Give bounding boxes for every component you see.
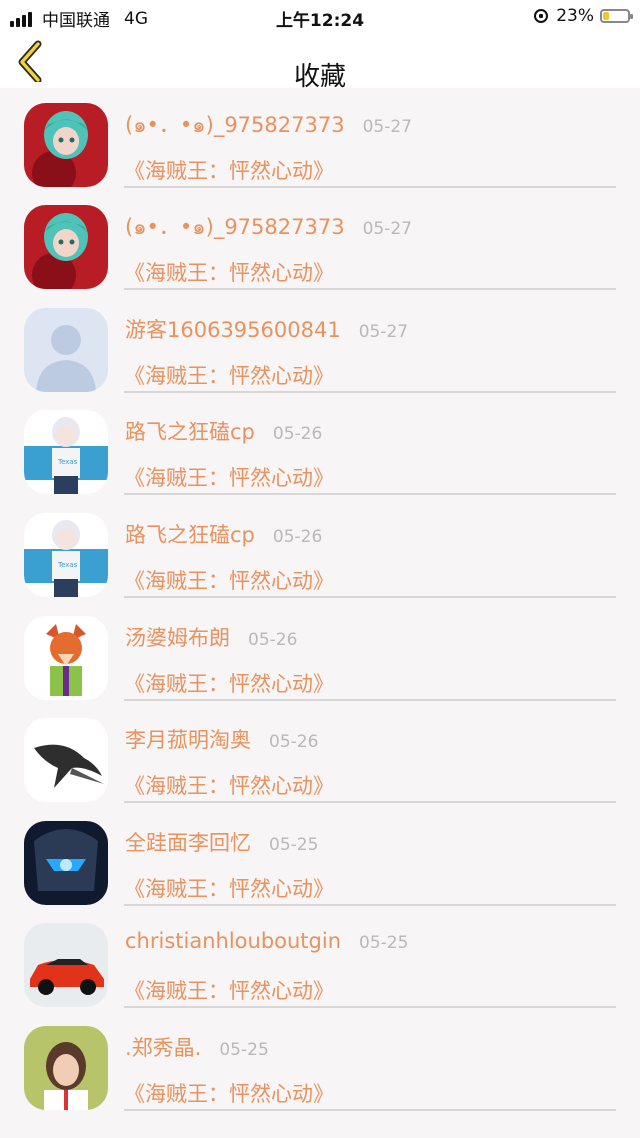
rotation-lock-icon — [534, 9, 549, 23]
status-bar: 中国联通 4G 上午12:24 23% — [0, 0, 640, 32]
avatar[interactable] — [24, 820, 108, 905]
favorite-title[interactable]: 《海贼王：怦然心动》 — [124, 770, 334, 800]
user-name[interactable]: (๑•．•๑)_975827373 05-27 — [125, 109, 412, 142]
item-date: 05-26 — [269, 732, 319, 753]
favorite-title[interactable]: 《海贼王：怦然心动》 — [124, 1078, 334, 1108]
favorite-title[interactable]: 《海贼王：怦然心动》 — [124, 975, 334, 1005]
item-date: 05-26 — [272, 526, 323, 547]
item-date: 05-27 — [362, 219, 412, 240]
favorites-list: 《海贼王：怦然心动》 (๑•．•๑)_975827373 05-27 《海贼王：怦然心… — [0, 0, 640, 1115]
divider — [124, 185, 616, 188]
list-item[interactable]: .郑秀晶. 05-25 《海贼王：怦然心动》 — [0, 1012, 640, 1115]
user-name-text[interactable]: 路飞之狂磕cp — [125, 523, 255, 547]
list-item[interactable]: (๑•．•๑)_975827373 05-27 《海贼王：怦然心动》 — [0, 191, 640, 294]
user-name[interactable]: .郑秀晶. 05-25 — [125, 1032, 269, 1062]
user-name-text[interactable]: 全跬面李回忆 — [125, 831, 251, 855]
user-name[interactable]: 李月菰明淘奥 05-26 — [125, 724, 318, 754]
list-item[interactable]: 汤婆姆布朗 05-26 《海贼王：怦然心动》 — [0, 602, 640, 705]
item-date: 05-27 — [362, 116, 412, 137]
user-name-text[interactable]: 汤婆姆布朗 — [125, 626, 230, 650]
avatar[interactable]: Texas — [24, 512, 108, 597]
user-name-text[interactable]: 路飞之狂磕cp — [125, 420, 255, 444]
user-name[interactable]: 汤婆姆布朗 05-26 — [125, 622, 297, 652]
favorite-title[interactable]: 《海贼王：怦然心动》 — [124, 257, 334, 287]
item-date: 05-25 — [269, 834, 319, 855]
battery-icon — [600, 9, 633, 23]
list-item[interactable]: 李月菰明淘奥 05-26 《海贼王：怦然心动》 — [0, 704, 640, 807]
user-name[interactable]: christianhlouboutgin 05-25 — [125, 929, 408, 953]
user-name[interactable]: 游客1606395600841 05-27 — [125, 314, 408, 344]
page-title: 收藏 — [293, 62, 346, 92]
divider — [124, 595, 616, 598]
battery-fill — [603, 12, 609, 20]
favorite-title[interactable]: 《海贼王：怦然心动》 — [124, 155, 334, 185]
favorite-title[interactable]: 《海贼王：怦然心动》 — [124, 565, 334, 595]
avatar[interactable] — [24, 307, 108, 392]
avatar[interactable] — [24, 615, 108, 700]
avatar[interactable] — [24, 718, 108, 803]
avatar[interactable] — [24, 102, 108, 187]
user-name-text[interactable]: 李月菰明淘奥 — [125, 728, 251, 752]
user-name-text[interactable]: (๑•．•๑)_975827373 — [125, 113, 345, 137]
list-item[interactable]: Texas 路飞之狂磕cp 05-26 《海贼王：怦然心动》 — [0, 499, 640, 602]
favorite-title[interactable]: 《海贼王：怦然心动》 — [124, 360, 334, 390]
user-name-text[interactable]: (๑•．•๑)_975827373 — [125, 215, 345, 239]
list-item[interactable]: christianhlouboutgin 05-25 《海贼王：怦然心动》 — [0, 909, 640, 1012]
item-date: 05-25 — [359, 933, 409, 954]
avatar[interactable]: Texas — [24, 410, 108, 495]
nav-header: 收藏 — [0, 32, 640, 92]
divider — [124, 903, 616, 906]
battery-percent: 23% — [556, 6, 594, 26]
divider — [124, 1108, 616, 1111]
favorite-title[interactable]: 《海贼王：怦然心动》 — [124, 462, 334, 492]
divider — [124, 390, 616, 393]
list-item[interactable]: 全跬面李回忆 05-25 《海贼王：怦然心动》 — [0, 807, 640, 910]
user-name[interactable]: 全跬面李回忆 05-25 — [125, 827, 318, 857]
divider — [124, 288, 616, 291]
avatar[interactable] — [24, 205, 108, 290]
svg-text:Texas: Texas — [57, 561, 78, 569]
item-date: 05-25 — [219, 1039, 269, 1060]
avatar[interactable] — [24, 923, 108, 1008]
list-item[interactable]: (๑•．•๑)_975827373 05-27 《海贼王：怦然心动》 — [0, 89, 640, 192]
list-item[interactable]: 游客1606395600841 05-27 《海贼王：怦然心动》 — [0, 294, 640, 397]
avatar[interactable] — [24, 1025, 108, 1110]
divider — [124, 493, 616, 496]
item-date: 05-26 — [248, 629, 298, 650]
user-name[interactable]: (๑•．•๑)_975827373 05-27 — [125, 211, 412, 244]
favorite-title[interactable]: 《海贼王：怦然心动》 — [124, 668, 334, 698]
user-name[interactable]: 路飞之狂磕cp 05-26 — [125, 416, 322, 446]
divider — [124, 698, 616, 701]
divider — [124, 801, 616, 804]
favorite-title[interactable]: 《海贼王：怦然心动》 — [124, 873, 334, 903]
user-name[interactable]: 路飞之狂磕cp 05-26 — [125, 519, 322, 549]
user-name-text[interactable]: .郑秀晶. — [125, 1036, 201, 1060]
list-item[interactable]: Texas 路飞之狂磕cp 05-26 《海贼王：怦然心动》 — [0, 396, 640, 499]
status-right: 23% — [534, 6, 633, 26]
item-date: 05-26 — [272, 424, 323, 445]
user-name-text[interactable]: christianhlouboutgin — [125, 929, 341, 953]
item-date: 05-27 — [358, 321, 409, 342]
svg-text:Texas: Texas — [57, 458, 78, 466]
divider — [124, 1006, 616, 1009]
user-name-text[interactable]: 游客1606395600841 — [125, 318, 341, 342]
